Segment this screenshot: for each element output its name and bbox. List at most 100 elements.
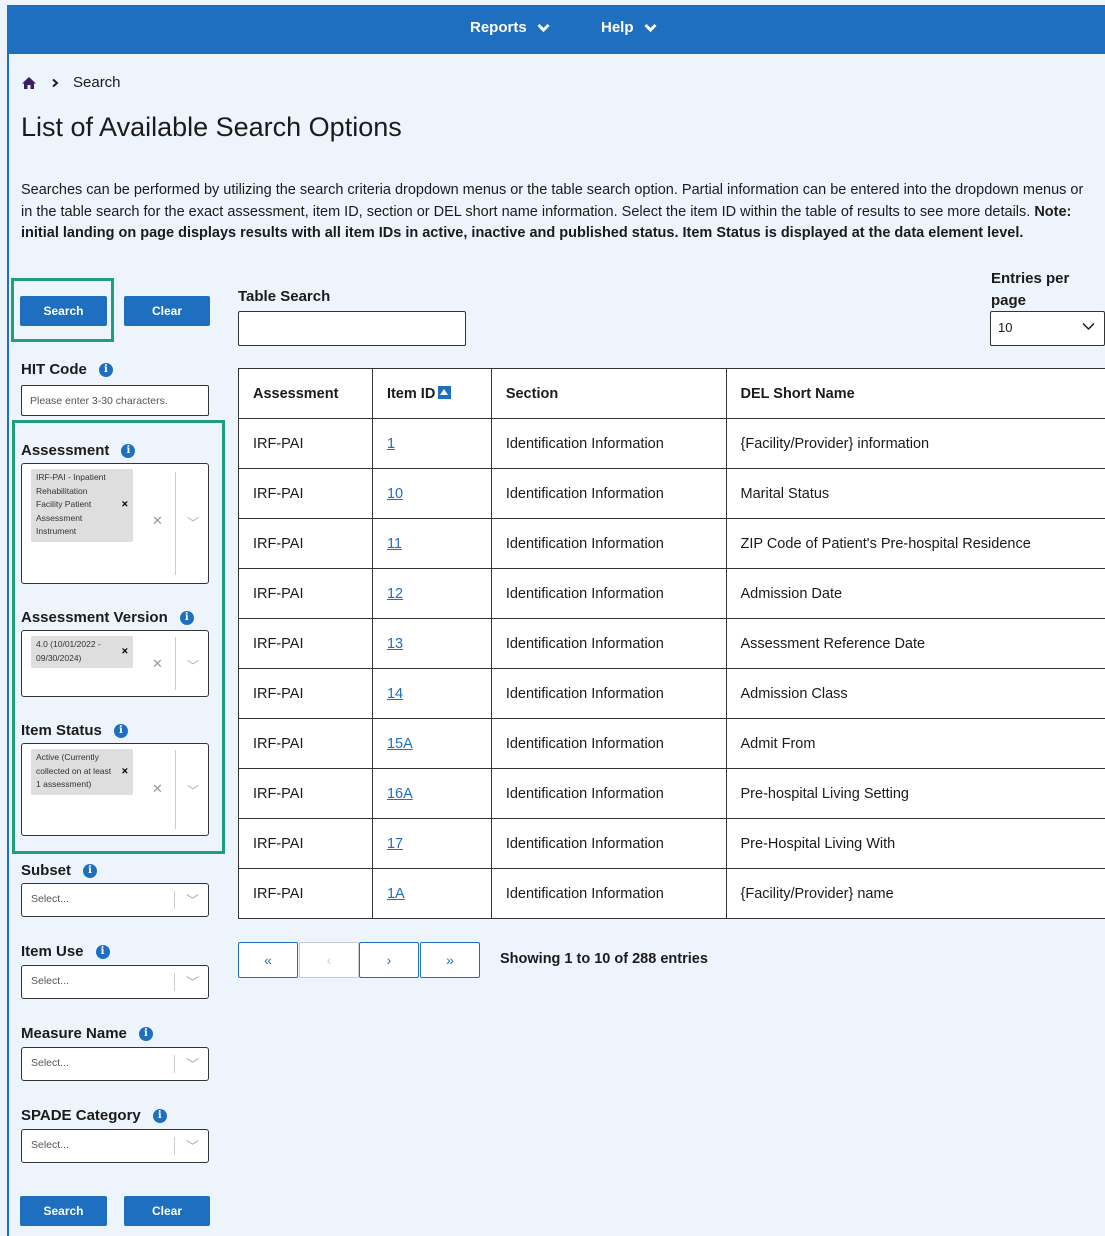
chevron-down-icon: ﹀ xyxy=(185,893,199,908)
divider xyxy=(175,472,176,575)
entries-per-page-select[interactable]: 10 xyxy=(990,311,1105,346)
info-icon[interactable]: i xyxy=(95,944,110,959)
hit-code-input[interactable]: Please enter 3-30 characters. xyxy=(21,385,209,416)
clear-button-bottom[interactable]: Clear xyxy=(124,1196,210,1226)
remove-chip-icon[interactable]: × xyxy=(122,499,128,513)
cell-item-id[interactable]: 13 xyxy=(371,618,492,669)
item-use-select[interactable]: Select... ﹀ xyxy=(21,965,209,999)
chevron-down-icon[interactable]: ﹀ xyxy=(187,514,199,531)
item-id-link[interactable]: 1 xyxy=(387,436,395,452)
assessment-chip: IRF-PAI - Inpatient Rehabilitation Facil… xyxy=(31,469,133,542)
last-page-button[interactable]: » xyxy=(420,942,480,978)
table-row: IRF-PAI 1 Identification Information {Facil… xyxy=(238,418,1105,469)
item-id-link[interactable]: 12 xyxy=(387,586,403,602)
info-icon[interactable]: i xyxy=(113,723,128,738)
sort-ascending-icon[interactable] xyxy=(438,385,452,399)
cell-item-id[interactable]: 10 xyxy=(371,468,492,519)
table-row: IRF-PAI 13 Identification Information Asses… xyxy=(238,618,1105,669)
remove-chip-icon[interactable]: × xyxy=(122,765,128,779)
assessment-version-select[interactable]: 4.0 (10/01/2022 - 09/30/2024) × ✕ ﹀ xyxy=(21,630,209,697)
info-icon[interactable]: i xyxy=(121,443,136,458)
item-id-link[interactable]: 11 xyxy=(387,536,402,552)
entries-value: 10 xyxy=(998,320,1013,335)
item-id-link[interactable]: 10 xyxy=(387,486,403,502)
item-id-link[interactable]: 15A xyxy=(387,736,413,752)
cell-item-id[interactable]: 17 xyxy=(371,818,492,869)
search-button-bottom[interactable]: Search xyxy=(20,1196,107,1226)
col-header-item-id[interactable]: Item ID xyxy=(371,368,492,419)
divider xyxy=(175,637,176,690)
divider xyxy=(174,1055,175,1073)
breadcrumb: Search xyxy=(21,74,121,91)
clear-button[interactable]: Clear xyxy=(124,296,210,326)
chevron-down-icon xyxy=(537,23,550,33)
info-icon[interactable]: i xyxy=(83,863,98,878)
table-row: IRF-PAI 12 Identification Information Admis… xyxy=(238,568,1105,619)
chevron-down-icon xyxy=(1082,322,1095,331)
info-icon[interactable]: i xyxy=(138,1026,153,1041)
table-row: IRF-PAI 1A Identification Information {Faci… xyxy=(238,868,1105,919)
item-status-select[interactable]: Active (Currently collected on at least … xyxy=(21,743,209,836)
table-row: IRF-PAI 17 Identification Information Pre-H… xyxy=(238,818,1105,869)
nav-reports[interactable]: Reports xyxy=(470,19,550,36)
cell-assessment: IRF-PAI xyxy=(238,468,373,519)
info-icon[interactable]: i xyxy=(179,610,194,625)
item-use-label: Item Use i xyxy=(21,943,110,960)
cell-section: Identification Information xyxy=(490,618,727,669)
item-id-link[interactable]: 14 xyxy=(387,686,403,702)
breadcrumb-current: Search xyxy=(73,74,121,91)
first-page-button[interactable]: « xyxy=(238,942,298,978)
cell-item-id[interactable]: 15A xyxy=(371,718,492,769)
item-id-link[interactable]: 16A xyxy=(387,786,413,802)
cell-assessment: IRF-PAI xyxy=(238,868,373,919)
chevron-down-icon[interactable]: ﹀ xyxy=(187,657,199,674)
cell-item-id[interactable]: 14 xyxy=(371,668,492,719)
col-header-section[interactable]: Section xyxy=(490,368,727,419)
cell-item-id[interactable]: 1 xyxy=(371,418,492,469)
item-status-label: Item Status i xyxy=(21,722,128,739)
clear-selection-icon[interactable]: ✕ xyxy=(152,513,163,529)
nav-reports-label: Reports xyxy=(470,19,527,36)
divider xyxy=(174,973,175,991)
cell-section: Identification Information xyxy=(490,418,727,469)
assessment-select[interactable]: IRF-PAI - Inpatient Rehabilitation Facil… xyxy=(21,463,209,584)
divider xyxy=(174,891,175,909)
divider xyxy=(175,750,176,829)
clear-selection-icon[interactable]: ✕ xyxy=(152,781,163,797)
remove-chip-icon[interactable]: × xyxy=(122,645,128,659)
cell-del-short-name: {Facility/Provider} information xyxy=(725,418,1105,469)
table-header-row: Assessment Item ID Section DEL Short Nam… xyxy=(238,368,1105,419)
measure-name-label: Measure Name i xyxy=(21,1025,153,1042)
col-header-assessment[interactable]: Assessment xyxy=(238,368,373,419)
chevron-down-icon: ﹀ xyxy=(185,1139,199,1154)
item-status-chip: Active (Currently collected on at least … xyxy=(31,749,133,795)
item-id-link[interactable]: 17 xyxy=(387,836,403,852)
measure-name-select[interactable]: Select... ﹀ xyxy=(21,1047,209,1081)
cell-section: Identification Information xyxy=(490,818,727,869)
home-icon[interactable] xyxy=(21,76,37,90)
subset-select[interactable]: Select... ﹀ xyxy=(21,883,209,917)
subset-label: Subset i xyxy=(21,862,98,879)
next-page-button[interactable]: › xyxy=(359,942,419,978)
chevron-down-icon[interactable]: ﹀ xyxy=(187,782,199,799)
cell-item-id[interactable]: 11 xyxy=(371,518,492,569)
previous-page-button[interactable]: ‹ xyxy=(299,942,359,978)
cell-item-id[interactable]: 12 xyxy=(371,568,492,619)
page-frame: Reports Help Search List of Available Se… xyxy=(7,5,1105,1236)
hit-code-label: HIT Code i xyxy=(21,361,113,378)
clear-selection-icon[interactable]: ✕ xyxy=(152,656,163,672)
spade-category-select[interactable]: Select... ﹀ xyxy=(21,1129,209,1163)
cell-item-id[interactable]: 16A xyxy=(371,768,492,819)
item-id-link[interactable]: 13 xyxy=(387,636,403,652)
entries-per-page-label: Entries per page xyxy=(991,270,1070,309)
table-search-input[interactable] xyxy=(238,311,466,346)
info-icon[interactable]: i xyxy=(98,362,113,377)
nav-help[interactable]: Help xyxy=(601,19,657,36)
item-id-link[interactable]: 1A xyxy=(387,886,405,902)
cell-assessment: IRF-PAI xyxy=(238,518,373,569)
cell-del-short-name: ZIP Code of Patient's Pre-hospital Resid… xyxy=(725,518,1105,569)
info-icon[interactable]: i xyxy=(152,1108,167,1123)
search-button[interactable]: Search xyxy=(20,296,107,326)
cell-item-id[interactable]: 1A xyxy=(371,868,492,919)
col-header-del-short-name[interactable]: DEL Short Name xyxy=(725,368,1105,419)
